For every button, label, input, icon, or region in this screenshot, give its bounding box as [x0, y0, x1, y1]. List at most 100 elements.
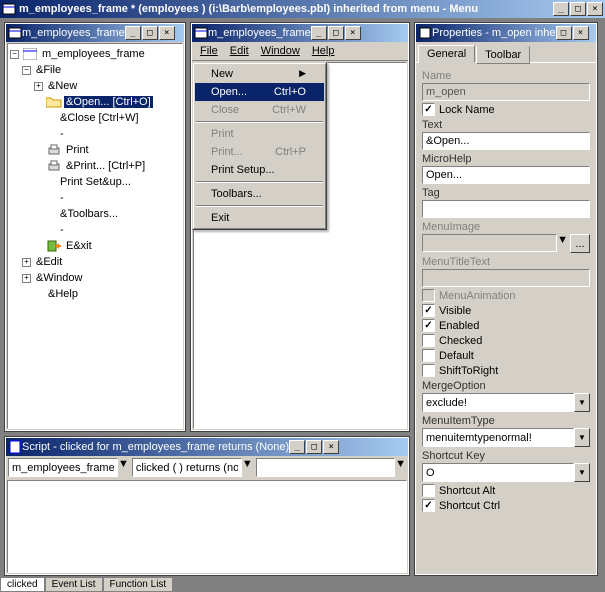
script-object-select[interactable] [8, 458, 118, 477]
checkbox-icon: ✓ [422, 499, 435, 512]
script-icon [8, 440, 22, 454]
tree-item-file[interactable]: &File [34, 64, 63, 76]
tab-functionlist[interactable]: Function List [103, 578, 174, 592]
select-mergeoption[interactable] [422, 393, 574, 412]
menu-pane-title: m_employees_frame [208, 27, 311, 39]
menu-pane-titlebar: m_employees_frame _ □ × [192, 24, 408, 42]
script-event-select[interactable] [132, 458, 242, 477]
menu-item-toolbars[interactable]: Toolbars... [195, 185, 324, 203]
tree-item-window[interactable]: &Window [34, 272, 84, 284]
tree-item-new[interactable]: &New [46, 80, 79, 92]
select-menuitemtype[interactable] [422, 428, 574, 447]
input-text[interactable] [422, 132, 590, 150]
input-menutitletext [422, 269, 590, 287]
maximize-button[interactable]: □ [556, 26, 572, 40]
dropdown-button[interactable]: ▼ [242, 458, 253, 477]
dropdown-button[interactable]: ▼ [118, 458, 129, 477]
tree-item-edit[interactable]: &Edit [34, 256, 64, 268]
tree-item-close[interactable]: &Close [Ctrl+W] [58, 112, 141, 124]
maximize-button[interactable]: □ [570, 2, 586, 16]
tree-item-sep[interactable]: - [58, 128, 66, 140]
menubar-edit[interactable]: Edit [224, 43, 255, 59]
main-titlebar: m_employees_frame * (employees ) (i:\Bar… [0, 0, 605, 18]
checkbox-icon [422, 364, 435, 377]
props-titlebar: Properties - m_open inhe □ × [416, 24, 596, 42]
label-mergeoption: MergeOption [422, 380, 590, 392]
dropdown-button[interactable]: ▼ [557, 234, 568, 253]
folder-open-icon [46, 95, 62, 109]
menu-item-printsetup[interactable]: Print Setup... [195, 161, 324, 179]
dropdown-button[interactable]: ▼ [574, 463, 590, 482]
expand-icon[interactable]: + [22, 274, 31, 283]
tree-root[interactable]: m_employees_frame [40, 48, 147, 60]
check-shifttoright[interactable]: ShiftToRight [422, 364, 590, 377]
tree-item-print2[interactable]: &Print... [Ctrl+P] [64, 160, 147, 172]
check-enabled[interactable]: ✓Enabled [422, 319, 590, 332]
menubar-window[interactable]: Window [255, 43, 306, 59]
tab-clicked[interactable]: clicked [0, 578, 45, 592]
check-default[interactable]: Default [422, 349, 590, 362]
check-visible[interactable]: ✓Visible [422, 304, 590, 317]
minimize-button[interactable]: _ [311, 26, 327, 40]
script-editor[interactable] [7, 480, 407, 573]
menu-icon [8, 26, 22, 40]
expand-icon[interactable]: + [34, 82, 43, 91]
tree-item-sep[interactable]: - [58, 224, 66, 236]
select-shortcutkey[interactable] [422, 463, 574, 482]
tree-item-sep[interactable]: - [58, 192, 66, 204]
tab-general[interactable]: General [418, 45, 475, 63]
tree-item-open[interactable]: &Open... [Ctrl+O] [64, 96, 153, 108]
menu-tree[interactable]: −m_employees_frame −&File +&New &Open...… [7, 43, 183, 429]
tree-item-print[interactable]: Print [64, 144, 91, 156]
check-lockname[interactable]: ✓Lock Name [422, 103, 590, 116]
dropdown-button[interactable]: ▼ [574, 393, 590, 412]
tree-item-toolbars[interactable]: &Toolbars... [58, 208, 120, 220]
collapse-icon[interactable]: − [22, 66, 31, 75]
tree-pane-titlebar: m_employees_frame _ □ × [6, 24, 184, 42]
script-ancestor-select[interactable] [256, 458, 395, 477]
close-button[interactable]: × [323, 440, 339, 454]
check-shortcutalt[interactable]: Shortcut Alt [422, 484, 590, 497]
tab-toolbar[interactable]: Toolbar [476, 46, 530, 64]
main-title: m_employees_frame * (employees ) (i:\Bar… [19, 3, 553, 15]
script-titlebar: Script - clicked for m_employees_frame r… [6, 438, 408, 456]
menu-icon [22, 47, 38, 61]
check-shortcutctrl[interactable]: ✓Shortcut Ctrl [422, 499, 590, 512]
check-checked[interactable]: Checked [422, 334, 590, 347]
close-button[interactable]: × [573, 26, 589, 40]
minimize-button[interactable]: _ [289, 440, 305, 454]
menu-item-new[interactable]: New▶ [195, 65, 324, 83]
maximize-button[interactable]: □ [142, 26, 158, 40]
print-icon [46, 143, 62, 157]
collapse-icon[interactable]: − [10, 50, 19, 59]
tab-eventlist[interactable]: Event List [45, 578, 103, 592]
browse-button[interactable]: ... [570, 234, 590, 253]
tree-item-printsetup[interactable]: Print Set&up... [58, 176, 133, 188]
bottom-tabs: clicked Event List Function List [0, 578, 173, 592]
input-tag[interactable] [422, 200, 590, 218]
label-menutitletext: MenuTitleText [422, 256, 590, 268]
props-body: Name ✓Lock Name Text MicroHelp Tag MenuI… [416, 62, 596, 574]
minimize-button[interactable]: _ [553, 2, 569, 16]
menu-icon [194, 26, 208, 40]
dropdown-button[interactable]: ▼ [395, 458, 406, 477]
maximize-button[interactable]: □ [306, 440, 322, 454]
menu-icon [2, 2, 16, 16]
close-button[interactable]: × [159, 26, 175, 40]
tree-item-exit[interactable]: E&xit [64, 240, 94, 252]
dropdown-button[interactable]: ▼ [574, 428, 590, 447]
minimize-button[interactable]: _ [125, 26, 141, 40]
menu-item-open[interactable]: Open...Ctrl+O [195, 83, 324, 101]
maximize-button[interactable]: □ [328, 26, 344, 40]
expand-icon[interactable]: + [22, 258, 31, 267]
close-button[interactable]: × [345, 26, 361, 40]
close-button[interactable]: × [587, 2, 603, 16]
menubar-file[interactable]: File [194, 43, 224, 59]
menu-item-exit[interactable]: Exit [195, 209, 324, 227]
menubar-help[interactable]: Help [306, 43, 341, 59]
input-microhelp[interactable] [422, 166, 590, 184]
menu-item-close: CloseCtrl+W [195, 101, 324, 119]
menu-item-print: Print...Ctrl+P [195, 143, 324, 161]
tree-item-help[interactable]: &Help [46, 288, 80, 300]
menu-separator [196, 205, 323, 207]
